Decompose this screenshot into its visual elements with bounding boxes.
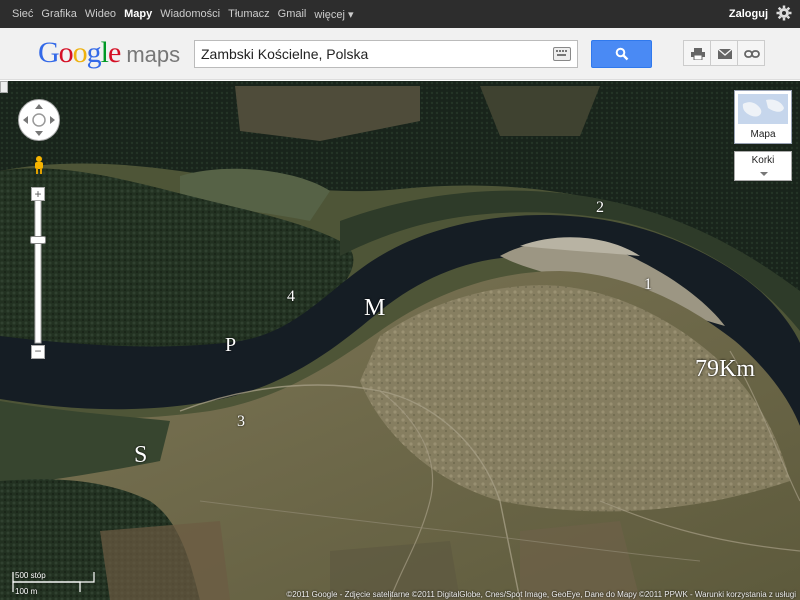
- zoom-out-icon[interactable]: −: [31, 345, 45, 359]
- scale-imperial: 500 stóp: [15, 571, 46, 580]
- zoom-in-icon[interactable]: +: [31, 187, 45, 201]
- search-input[interactable]: [195, 41, 535, 67]
- traffic-layer-button[interactable]: Korki: [734, 151, 792, 181]
- google-services-nav: Sieć Grafika Wideo Mapy Wiadomości Tłuma…: [12, 0, 362, 28]
- marker-P: P: [225, 334, 237, 356]
- nav-link-wiadomosci[interactable]: Wiadomości: [160, 8, 220, 20]
- print-button[interactable]: [683, 40, 711, 66]
- maps-header: Google maps: [0, 28, 800, 80]
- email-icon: [718, 49, 732, 59]
- nav-link-grafika[interactable]: Grafika: [41, 8, 76, 20]
- google-maps-logo[interactable]: Google maps: [38, 36, 180, 72]
- map-type-control[interactable]: Mapa: [734, 90, 792, 144]
- link-icon: [744, 50, 760, 58]
- marker-M: M: [364, 295, 386, 321]
- login-link[interactable]: Zaloguj: [729, 8, 768, 20]
- map-thumbnail: [738, 94, 788, 124]
- gear-icon[interactable]: [776, 5, 792, 21]
- pan-control-icon: [23, 104, 55, 136]
- email-button[interactable]: [710, 40, 738, 66]
- top-navigation-bar: Sieć Grafika Wideo Mapy Wiadomości Tłuma…: [0, 0, 800, 28]
- pan-control[interactable]: [18, 99, 60, 141]
- copyright-text: ©2011 Google - Zdjęcie satelitarne ©2011…: [286, 590, 796, 599]
- maps-logo-text: maps: [126, 42, 181, 67]
- traffic-layer-label: Korki: [751, 155, 775, 166]
- marker-1: 1: [644, 276, 652, 293]
- marker-S: S: [134, 442, 148, 468]
- scale-bar: 500 stóp 100 m: [12, 570, 102, 596]
- nav-link-gmail[interactable]: Gmail: [278, 8, 307, 20]
- nav-link-tlumacz[interactable]: Tłumacz: [228, 8, 270, 20]
- search-icon: [615, 47, 629, 61]
- marker-4: 4: [287, 288, 295, 305]
- marker-3: 3: [237, 413, 245, 430]
- pegman-icon[interactable]: [32, 156, 46, 174]
- nav-link-wiecej[interactable]: więcej ▾: [314, 8, 353, 21]
- marker-2: 2: [596, 199, 604, 216]
- nav-link-siec[interactable]: Sieć: [12, 8, 33, 20]
- google-logo-text: Google: [38, 36, 121, 69]
- panel-expander[interactable]: [0, 81, 8, 93]
- print-icon: [691, 48, 705, 60]
- scale-metric: 100 m: [15, 587, 38, 596]
- satellite-map[interactable]: 2 1 4 3 M P S 79Km + − Mapa Korki 500 st…: [0, 81, 800, 600]
- nav-link-wideo[interactable]: Wideo: [85, 8, 116, 20]
- keyboard-icon[interactable]: [553, 47, 571, 61]
- zoom-slider-handle[interactable]: [30, 236, 46, 244]
- search-button[interactable]: [591, 40, 652, 68]
- chevron-down-icon: [760, 172, 768, 176]
- nav-link-mapy[interactable]: Mapy: [124, 8, 152, 20]
- link-button[interactable]: [737, 40, 765, 66]
- map-type-label: Mapa: [750, 129, 776, 140]
- search-box: [194, 40, 578, 68]
- satellite-imagery: [0, 81, 800, 600]
- river-kilometer-label: 79Km: [695, 356, 755, 382]
